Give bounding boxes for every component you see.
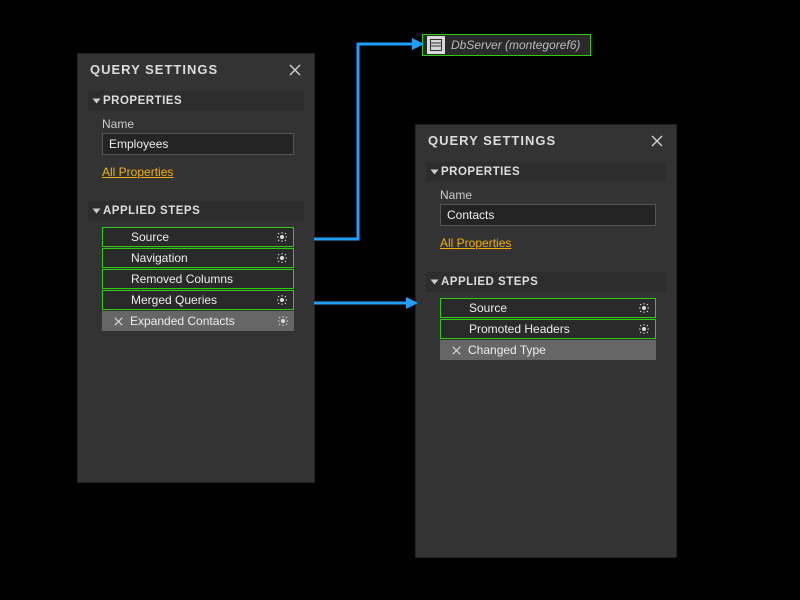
gear-icon[interactable] — [276, 315, 290, 327]
close-icon[interactable] — [288, 63, 302, 77]
query-settings-panel-right: QUERY SETTINGS PROPERTIES Name All Prope… — [416, 125, 676, 557]
applied-step[interactable]: Changed Type — [440, 340, 656, 360]
applied-step-label: Changed Type — [468, 343, 632, 357]
applied-step[interactable]: Source — [102, 227, 294, 247]
properties-header[interactable]: PROPERTIES — [426, 162, 666, 182]
chevron-down-icon — [93, 209, 101, 214]
section-title: APPLIED STEPS — [103, 205, 200, 217]
applied-step[interactable]: Removed Columns — [102, 269, 294, 289]
section-title: APPLIED STEPS — [441, 276, 538, 288]
applied-steps-list-right: Source Promoted Headers Changed Type — [440, 298, 656, 360]
arrow-merged-to-contacts — [314, 293, 418, 313]
db-node-label: DbServer (montegoref6) — [451, 38, 580, 52]
name-label: Name — [102, 117, 300, 131]
all-properties-link[interactable]: All Properties — [102, 165, 173, 179]
applied-steps-section: APPLIED STEPS Source Promoted Headers Chan… — [416, 266, 676, 557]
db-node[interactable]: DbServer (montegoref6) — [422, 34, 591, 56]
panel-title: QUERY SETTINGS — [90, 62, 218, 77]
query-name-input[interactable] — [102, 133, 294, 155]
panel-title-row: QUERY SETTINGS — [78, 54, 314, 85]
applied-step-label: Expanded Contacts — [130, 314, 270, 328]
gear-icon[interactable] — [275, 231, 289, 243]
section-title: PROPERTIES — [441, 166, 520, 178]
panel-title: QUERY SETTINGS — [428, 133, 556, 148]
applied-step[interactable]: Navigation — [102, 248, 294, 268]
close-icon[interactable] — [650, 134, 664, 148]
section-title: PROPERTIES — [103, 95, 182, 107]
all-properties-link[interactable]: All Properties — [440, 236, 511, 250]
applied-step-label: Removed Columns — [131, 272, 269, 286]
applied-step[interactable]: Merged Queries — [102, 290, 294, 310]
delete-step-icon[interactable] — [112, 317, 124, 326]
properties-section: PROPERTIES Name All Properties — [416, 156, 676, 266]
applied-step-label: Promoted Headers — [469, 322, 631, 336]
arrow-source-to-db — [314, 34, 424, 244]
applied-steps-section: APPLIED STEPS Source Navigation Removed Co… — [78, 195, 314, 482]
applied-steps-header[interactable]: APPLIED STEPS — [88, 201, 304, 221]
panel-title-row: QUERY SETTINGS — [416, 125, 676, 156]
applied-step[interactable]: Promoted Headers — [440, 319, 656, 339]
gear-icon[interactable] — [637, 323, 651, 335]
applied-steps-list-left: Source Navigation Removed Columns Merged Qu… — [102, 227, 294, 331]
applied-step-label: Merged Queries — [131, 293, 269, 307]
applied-step-label: Navigation — [131, 251, 269, 265]
properties-section: PROPERTIES Name All Properties — [78, 85, 314, 195]
applied-step-label: Source — [131, 230, 269, 244]
applied-step[interactable]: Source — [440, 298, 656, 318]
database-icon — [427, 36, 445, 54]
chevron-down-icon — [431, 280, 439, 285]
applied-step-label: Source — [469, 301, 631, 315]
chevron-down-icon — [431, 170, 439, 175]
delete-step-icon[interactable] — [450, 346, 462, 355]
name-label: Name — [440, 188, 662, 202]
query-settings-panel-left: QUERY SETTINGS PROPERTIES Name All Prope… — [78, 54, 314, 482]
query-name-input[interactable] — [440, 204, 656, 226]
properties-header[interactable]: PROPERTIES — [88, 91, 304, 111]
gear-icon[interactable] — [275, 252, 289, 264]
gear-icon[interactable] — [275, 294, 289, 306]
applied-step[interactable]: Expanded Contacts — [102, 311, 294, 331]
applied-steps-header[interactable]: APPLIED STEPS — [426, 272, 666, 292]
chevron-down-icon — [93, 99, 101, 104]
gear-icon[interactable] — [637, 302, 651, 314]
